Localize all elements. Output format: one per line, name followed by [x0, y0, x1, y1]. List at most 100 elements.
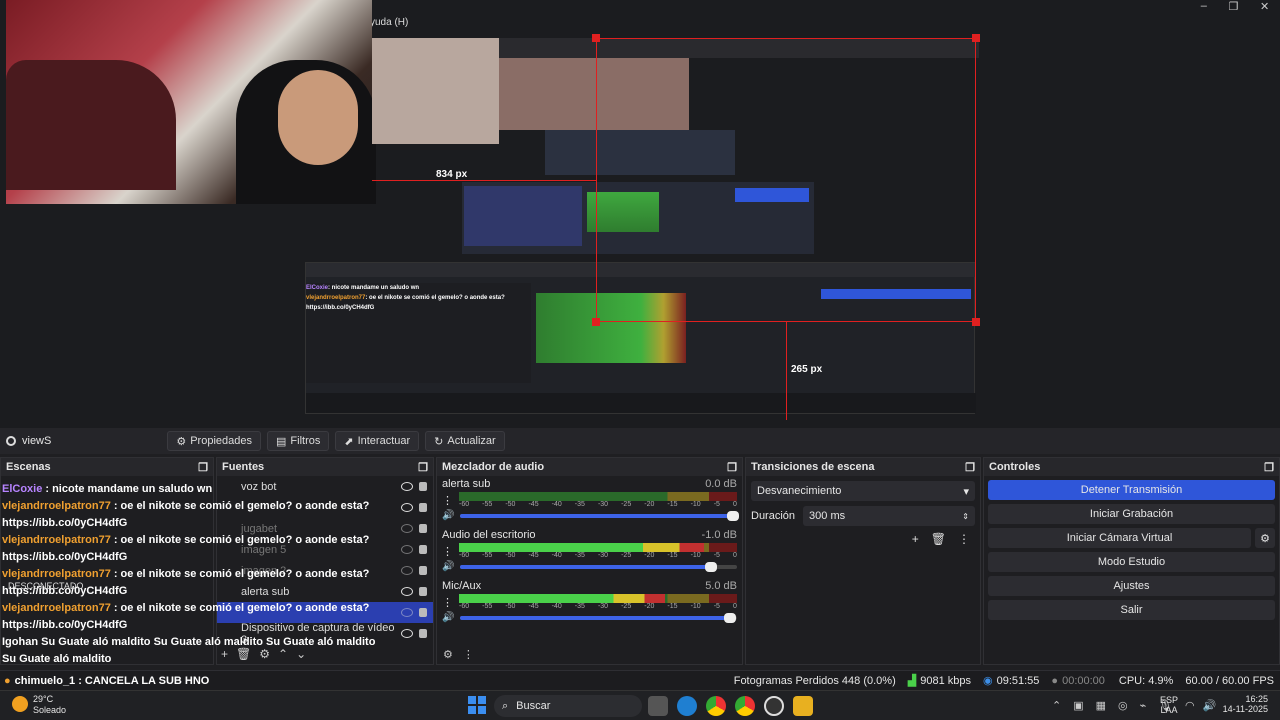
chat-line: Igohan Su Guate aló maldito Su Guate aló…	[2, 634, 432, 651]
start-virtual-camera-button[interactable]: Iniciar Cámara Virtual	[988, 528, 1251, 548]
stop-streaming-button[interactable]: Detener Transmisión	[988, 480, 1275, 500]
tray-app-icon[interactable]: ▦	[1096, 699, 1106, 712]
meter-ticks: -60 -55 -50 -45 -40 -35 -30 -25 -20 -15 -10 -5 0	[459, 552, 737, 559]
undock-icon[interactable]: ❐	[198, 461, 208, 474]
scene-icon	[6, 436, 16, 446]
resize-handle[interactable]	[972, 318, 980, 326]
task-view-icon[interactable]	[648, 696, 668, 716]
nested-scenes	[464, 186, 582, 246]
tick-label: 0	[732, 552, 737, 559]
interact-button[interactable]: ⬈ Interactuar	[335, 431, 420, 451]
refresh-button[interactable]: ↻ Actualizar	[425, 431, 505, 451]
lang-primary: ESP	[1160, 695, 1179, 705]
more-icon[interactable]: ⋮	[463, 648, 474, 661]
channel-menu-icon[interactable]: ⋮	[442, 545, 453, 558]
transition-select[interactable]: Desvanecimiento ▾	[751, 481, 975, 501]
level-meter	[459, 543, 737, 552]
pointer-icon: ⬈	[344, 435, 354, 448]
channel-menu-icon[interactable]: ⋮	[442, 596, 453, 609]
filters-button[interactable]: ▤ Filtros	[267, 431, 330, 451]
tick-label: -5	[713, 603, 720, 610]
resize-handle[interactable]	[972, 34, 980, 42]
language-indicator[interactable]: ESP LAA	[1160, 695, 1178, 715]
chat-message: https://ibb.co/0yCH4dfG	[2, 619, 128, 631]
tick-label: -25	[621, 603, 632, 610]
more-icon[interactable]: ⋮	[958, 532, 970, 546]
program-preview[interactable]: – ❐ ✕ yuda (H) ElCoxie: nicote mandame u…	[0, 0, 1280, 428]
tick-label: -30	[597, 603, 609, 610]
tick-label: -55	[482, 603, 493, 610]
chat-line: https://ibb.co/0yCH4dfG	[2, 549, 432, 566]
volume-slider[interactable]	[460, 510, 739, 521]
windows-start-icon[interactable]	[468, 696, 486, 714]
studio-mode-button[interactable]: Modo Estudio	[988, 552, 1275, 572]
mixer-title: Mezclador de audio	[442, 461, 545, 473]
chat-line: vlejandrroelpatron77: oe el nikote se co…	[2, 532, 432, 549]
wifi-icon[interactable]: ◠	[1185, 699, 1195, 712]
refresh-label: Actualizar	[447, 435, 496, 447]
resize-handle[interactable]	[592, 318, 600, 326]
tick-label: 0	[732, 603, 737, 610]
close-icon[interactable]: ✕	[1260, 0, 1269, 14]
source-toolbar: viewS ⚙ Propiedades ▤ Filtros ⬈ Interactuar…	[0, 428, 1280, 454]
stream-icon: ◉	[982, 675, 993, 687]
file-explorer-icon[interactable]	[793, 696, 813, 716]
chrome-profile-icon[interactable]	[735, 696, 755, 716]
spin-icon[interactable]: ⇕	[962, 512, 969, 521]
channel-menu-icon[interactable]: ⋮	[442, 494, 453, 507]
volume-handle[interactable]	[704, 561, 717, 572]
duration-input[interactable]: 300 ms ⇕	[803, 506, 975, 526]
edge-icon[interactable]	[677, 696, 697, 716]
undock-icon[interactable]: ❐	[965, 461, 975, 474]
settings-button[interactable]: Ajustes	[988, 576, 1275, 596]
maximize-icon[interactable]: ❐	[1229, 0, 1239, 14]
fps: 60.00 / 60.00 FPS	[1185, 674, 1274, 687]
network-icon[interactable]: ⌁	[1140, 699, 1147, 712]
trash-icon[interactable]: 🗑	[931, 532, 946, 546]
speaker-icon[interactable]: 🔊	[442, 612, 454, 623]
gear-icon[interactable]: ⚙	[443, 648, 453, 661]
minimize-icon[interactable]: –	[1201, 0, 1207, 14]
tick-label: -25	[621, 552, 632, 559]
chat-overlay: ElCoxie: nicote mandame un saludo wn vlej…	[2, 481, 432, 667]
speaker-icon[interactable]: 🔊	[442, 561, 454, 572]
exit-button[interactable]: Salir	[988, 600, 1275, 620]
add-icon[interactable]: +	[912, 532, 919, 546]
transform-box[interactable]	[596, 38, 976, 322]
chat-username: vlejandrroelpatron77	[2, 568, 111, 580]
chat-username: vlejandrroelpatron77	[2, 534, 111, 546]
undock-icon[interactable]: ❐	[1264, 461, 1274, 474]
tray-app-icon[interactable]: ◎	[1118, 699, 1128, 712]
nested-chat-line: vlejandrroelpatron77: oe el nikote se co…	[306, 295, 505, 301]
controls-dock: Controles ❐ Detener Transmisión Iniciar G…	[983, 457, 1280, 665]
duration-row: Duración 300 ms ⇕	[751, 506, 975, 526]
volume-slider[interactable]	[460, 561, 737, 572]
volume-handle[interactable]	[724, 612, 737, 623]
weather-icon[interactable]	[12, 696, 28, 712]
volume-icon[interactable]: 🔊	[1203, 699, 1217, 712]
tray-app-icon[interactable]: ▣	[1073, 699, 1083, 712]
bottom-chat-icon: ●	[4, 674, 11, 687]
volume-slider[interactable]	[460, 612, 737, 623]
sofa	[6, 60, 176, 190]
webcam-feed	[6, 0, 376, 204]
chevron-up-icon[interactable]: ⌃	[1052, 699, 1061, 712]
tick-label: -60	[459, 603, 470, 610]
obs-icon[interactable]	[764, 696, 784, 716]
clock[interactable]: 16:25 14-11-2025	[1223, 694, 1268, 714]
taskbar-search[interactable]: ⌕ Buscar	[494, 695, 642, 717]
start-recording-button[interactable]: Iniciar Grabación	[988, 504, 1275, 524]
status-bar: ● chimuelo_1 : CANCELA LA SUB HNO Fotogr…	[0, 670, 1280, 690]
resize-handle[interactable]	[592, 34, 600, 42]
volume-handle[interactable]	[727, 510, 739, 521]
tick-label: -15	[667, 501, 678, 508]
chrome-icon[interactable]	[706, 696, 726, 716]
virtual-camera-settings-button[interactable]: ⚙	[1255, 528, 1275, 548]
guide-line-vertical	[786, 322, 787, 420]
mixer-footer: ⚙ ⋮	[443, 648, 474, 661]
transitions-title: Transiciones de escena	[751, 461, 875, 473]
undock-icon[interactable]: ❐	[418, 461, 428, 474]
undock-icon[interactable]: ❐	[727, 461, 737, 474]
speaker-icon[interactable]: 🔊	[442, 510, 454, 521]
properties-button[interactable]: ⚙ Propiedades	[167, 431, 261, 451]
